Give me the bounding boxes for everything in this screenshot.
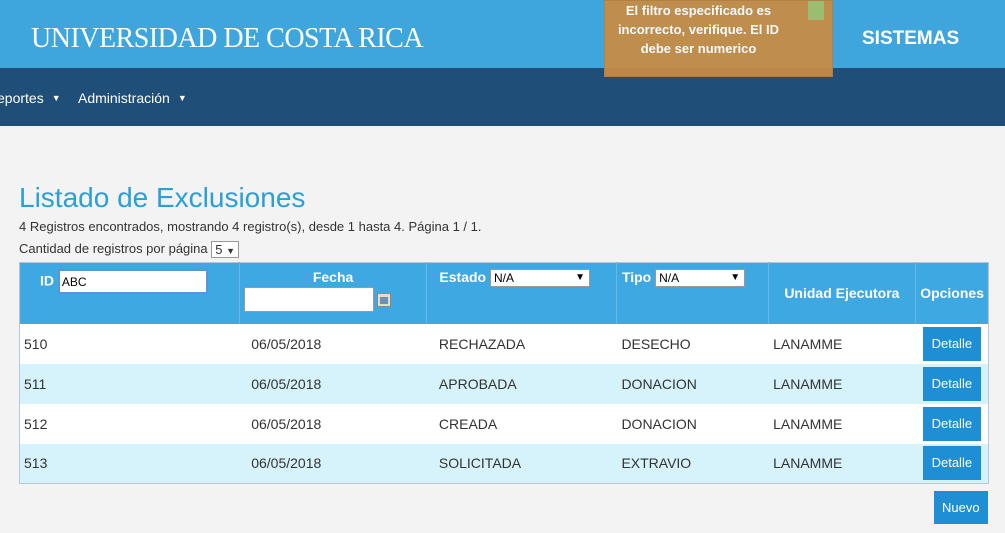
fecha-filter-input[interactable] [243,287,374,312]
nav-administracion-label: Administración [78,90,170,106]
cell-tipo: EXTRAVIO [616,443,769,484]
nav-reportes[interactable]: eportes ▼ [0,90,61,106]
chevron-down-icon: ▼ [730,272,741,284]
chevron-down-icon: ▼ [575,272,585,284]
results-summary: 4 Registros encontrados, mostrando 4 reg… [19,219,482,234]
cell-unidad: LANAMME [768,363,916,404]
per-page-control: Cantidad de registros por página 5 ▼ [19,241,240,259]
table-row: 512 06/05/2018 CREADA DONACION LANAMME D… [19,403,989,444]
tipo-filter-value: N/A [659,271,680,286]
close-icon[interactable] [808,1,824,20]
cell-id: 510 [19,323,240,364]
chevron-down-icon: ▼ [51,93,61,103]
estado-filter-select[interactable]: N/A ▼ [489,269,590,288]
cell-estado: CREADA [426,403,617,444]
column-fecha-label: Fecha [312,269,354,285]
cell-fecha: 06/05/2018 [239,363,427,404]
cell-fecha: 06/05/2018 [239,403,427,444]
cell-unidad: LANAMME [768,403,916,444]
cell-opciones: Detalle [915,323,989,364]
university-logo-text: UNIVERSIDAD DE COSTA RICA [31,23,424,54]
exclusions-table: ID Fecha Estado N/A ▼ Tipo N/A ▼ Unidad Ej… [19,262,989,484]
cell-opciones: Detalle [915,363,989,404]
cell-opciones: Detalle [915,443,989,484]
per-page-value: 5 [215,242,223,258]
cell-opciones: Detalle [915,403,989,444]
main-navbar: eportes ▼ Administración ▼ [0,68,1005,126]
cell-estado: SOLICITADA [426,443,617,484]
detail-button[interactable]: Detalle [922,406,982,441]
table-row: 513 06/05/2018 SOLICITADA EXTRAVIO LANAM… [19,443,989,484]
cell-estado: RECHAZADA [426,323,617,364]
column-tipo: Tipo N/A ▼ [616,262,769,324]
column-fecha: Fecha [239,262,428,324]
system-name: SISTEMAS [862,28,960,49]
column-opciones: Opciones [915,262,989,324]
cell-tipo: DONACION [616,363,769,404]
column-id: ID [19,262,240,324]
top-header: UNIVERSIDAD DE COSTA RICA SISTEMAS [0,0,1005,68]
per-page-select[interactable]: 5 ▼ [211,241,240,259]
cell-unidad: LANAMME [768,443,916,484]
tipo-filter-select[interactable]: N/A ▼ [655,269,746,288]
detail-button[interactable]: Detalle [922,326,982,361]
cell-id: 512 [19,403,240,444]
column-unidad: Unidad Ejecutora [768,262,917,324]
cell-tipo: DESECHO [616,323,769,364]
cell-fecha: 06/05/2018 [239,323,427,364]
calendar-icon[interactable] [376,293,391,308]
chevron-down-icon: ▼ [177,93,187,103]
estado-filter-value: N/A [493,271,514,286]
new-button[interactable]: Nuevo [934,491,988,524]
column-unidad-label: Unidad Ejecutora [784,285,900,302]
cell-fecha: 06/05/2018 [239,443,427,484]
column-tipo-label: Tipo [621,269,652,285]
nav-reportes-label: eportes [0,90,44,106]
per-page-label: Cantidad de registros por página [19,241,208,256]
column-id-label: ID [40,272,54,289]
detail-button[interactable]: Detalle [922,446,982,481]
cell-tipo: DONACION [616,403,769,444]
table-row: 511 06/05/2018 APROBADA DONACION LANAMME… [19,363,989,404]
id-filter-input[interactable] [57,269,208,294]
column-estado-label: Estado [439,269,487,285]
table-row: 510 06/05/2018 RECHAZADA DESECHO LANAMME… [19,323,989,364]
detail-button[interactable]: Detalle [922,366,982,401]
error-toast-message: El filtro especificado es incorrecto, ve… [617,3,780,56]
column-estado: Estado N/A ▼ [426,262,617,324]
error-toast: El filtro especificado es incorrecto, ve… [604,0,833,77]
column-opciones-label: Opciones [920,285,984,302]
cell-unidad: LANAMME [768,323,916,364]
cell-id: 513 [19,443,240,484]
cell-id: 511 [19,363,240,404]
table-header-row: ID Fecha Estado N/A ▼ Tipo N/A ▼ Unidad Ej… [19,262,989,324]
chevron-down-icon: ▼ [226,246,236,257]
nav-administracion[interactable]: Administración ▼ [78,90,187,106]
cell-estado: APROBADA [426,363,617,404]
page-title: Listado de Exclusiones [19,182,306,213]
